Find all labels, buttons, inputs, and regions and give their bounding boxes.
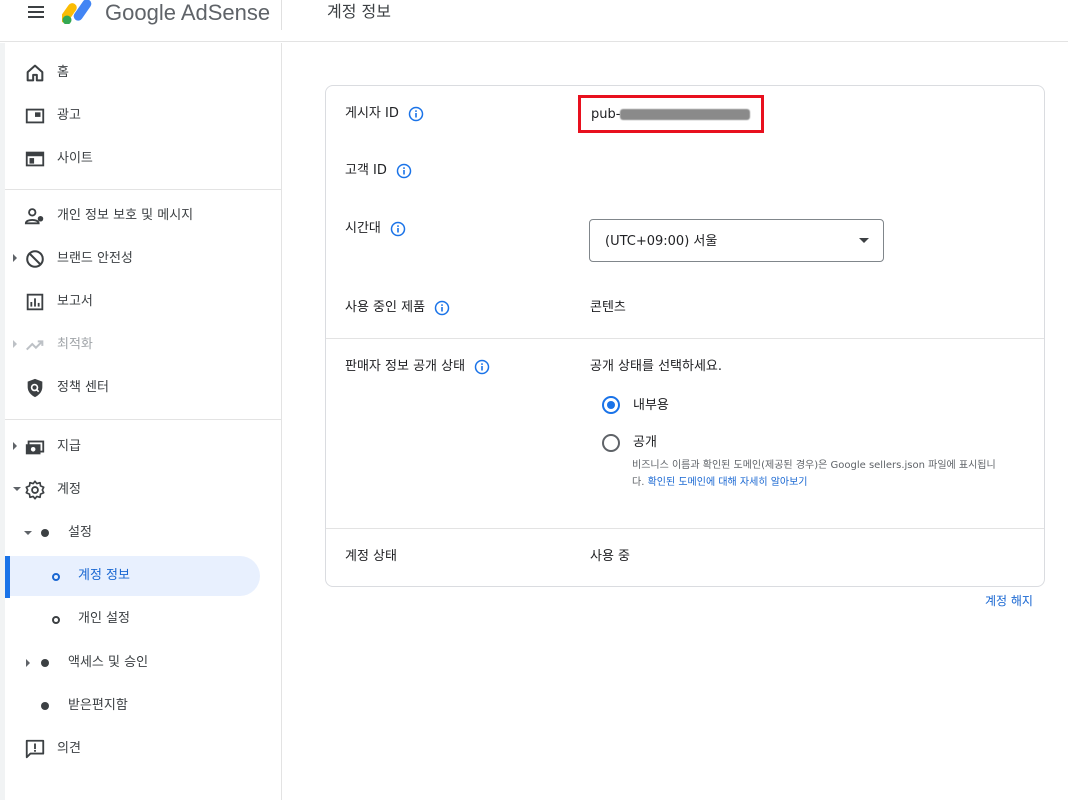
radio-public-label[interactable]: 공개: [633, 434, 657, 452]
trending-icon: [26, 340, 44, 351]
products-value: 콘텐츠: [590, 300, 626, 315]
publisher-id-highlight-box: pub-: [578, 95, 764, 133]
timezone-selected-value: (UTC+09:00) 서울: [605, 234, 718, 249]
page-title: 계정 정보: [327, 2, 391, 21]
home-icon: [26, 64, 44, 82]
payments-icon: [25, 440, 45, 455]
timezone-label: 시간대: [345, 220, 406, 238]
radio-public[interactable]: [602, 434, 620, 452]
info-icon[interactable]: [474, 359, 490, 375]
sidebar-item-label: 정책 센터: [57, 380, 109, 395]
privacy-icon: [24, 208, 44, 225]
bullet-icon: [41, 659, 49, 667]
sidebar-item-label: 액세스 및 승인: [68, 655, 149, 670]
seller-info-label: 판매자 정보 공개 상태: [345, 358, 490, 376]
sidebar-item-inbox[interactable]: 받은편지함: [5, 686, 281, 726]
publisher-id-value: pub-: [591, 107, 621, 122]
hamburger-menu-icon[interactable]: [24, 2, 48, 22]
account-status-label: 계정 상태: [345, 549, 397, 564]
bullet-icon: [41, 702, 49, 710]
gear-icon: [25, 480, 45, 500]
sidebar-divider: [5, 189, 281, 190]
bullet-icon: [41, 529, 49, 537]
publisher-id-label-text: 게시자 ID: [345, 106, 399, 121]
info-icon[interactable]: [396, 163, 412, 179]
info-icon[interactable]: [390, 221, 406, 237]
sidebar-item-home[interactable]: 홈: [5, 53, 281, 93]
sidebar-item-reports[interactable]: 보고서: [5, 282, 281, 322]
sidebar-item-label: 지급: [57, 439, 81, 454]
adsense-logo-icon: [62, 0, 92, 24]
product-name: Google AdSense: [105, 0, 271, 25]
expand-arrow-icon[interactable]: [13, 340, 17, 348]
sidebar-item-payments[interactable]: 지급: [5, 427, 281, 467]
sidebar-item-label: 브랜드 안전성: [57, 251, 133, 266]
reports-icon: [26, 293, 44, 311]
ring-bullet-icon: [52, 616, 60, 624]
collapse-arrow-icon[interactable]: [13, 487, 21, 491]
customer-id-label-text: 고객 ID: [345, 163, 387, 178]
account-info-card: 게시자 ID pub- 고객 ID 시간대 (UTC+09:00) 서울 사용 …: [325, 85, 1045, 587]
sites-icon: [25, 151, 45, 167]
sidebar-item-label: 광고: [57, 108, 81, 123]
sidebar-item-label: 홈: [57, 65, 69, 80]
sidebar-item-label: 의견: [57, 741, 81, 756]
sidebar-item-label: 계정 정보: [78, 568, 130, 583]
ads-icon: [25, 108, 45, 124]
radio-internal-label[interactable]: 내부용: [633, 397, 669, 415]
sidebar-item-label: 최적화: [57, 337, 93, 352]
active-indicator: [5, 556, 10, 598]
sellers-json-helper: 비즈니스 이름과 확인된 도메인(제공된 경우)은 Google sellers…: [632, 457, 1002, 491]
seller-info-label-text: 판매자 정보 공개 상태: [345, 359, 466, 374]
sidebar-item-account[interactable]: 계정: [5, 470, 281, 510]
sidebar-item-label: 개인 설정: [78, 611, 130, 626]
ring-bullet-icon: [52, 573, 60, 581]
expand-arrow-icon[interactable]: [26, 659, 30, 667]
sidebar-item-label: 사이트: [57, 151, 93, 166]
header-divider: [281, 0, 282, 30]
sidebar-item-label: 계정: [57, 482, 81, 497]
sidebar-divider: [5, 419, 281, 420]
sidebar-item-label: 개인 정보 보호 및 메시지: [57, 208, 194, 223]
account-status-value: 사용 중: [590, 549, 631, 564]
sidebar-item-ads[interactable]: 광고: [5, 96, 281, 136]
verified-domain-learn-more-link[interactable]: 확인된 도메인에 대해 자세히 알아보기: [648, 477, 808, 488]
dropdown-caret-icon: [859, 238, 869, 243]
collapse-arrow-icon[interactable]: [24, 531, 32, 535]
sidebar-item-account-info[interactable]: 계정 정보: [5, 556, 260, 596]
sidebar-item-personal-settings[interactable]: 개인 설정: [5, 599, 281, 639]
sidebar-item-feedback[interactable]: 의견: [5, 729, 281, 769]
card-divider: [326, 528, 1044, 529]
sidebar-item-policy-center[interactable]: 정책 센터: [5, 368, 281, 408]
expand-arrow-icon[interactable]: [13, 254, 17, 262]
customer-id-label: 고객 ID: [345, 162, 412, 180]
redacted-publisher-id: [620, 109, 750, 120]
sidebar-item-label: 설정: [68, 525, 92, 540]
sidebar-item-optimization[interactable]: 최적화: [5, 325, 281, 365]
radio-internal[interactable]: [602, 396, 620, 414]
info-icon[interactable]: [408, 106, 424, 122]
publisher-id-label: 게시자 ID: [345, 105, 424, 123]
timezone-label-text: 시간대: [345, 221, 381, 236]
sidebar-item-privacy-messaging[interactable]: 개인 정보 보호 및 메시지: [5, 196, 281, 236]
sidebar-item-settings[interactable]: 설정: [5, 513, 281, 553]
sidebar-item-brand-safety[interactable]: 브랜드 안전성: [5, 239, 281, 279]
top-app-bar: Google AdSense 계정 정보: [0, 0, 1068, 42]
products-label: 사용 중인 제품: [345, 299, 450, 317]
policy-shield-icon: [27, 378, 43, 398]
info-icon[interactable]: [434, 300, 450, 316]
sidebar-item-access-authorization[interactable]: 액세스 및 승인: [5, 643, 281, 683]
close-account-link[interactable]: 계정 해지: [985, 593, 1033, 609]
card-divider: [326, 338, 1044, 339]
sidebar-item-label: 보고서: [57, 294, 93, 309]
block-icon: [26, 250, 44, 268]
sidebar-item-label: 받은편지함: [68, 698, 128, 713]
expand-arrow-icon[interactable]: [13, 442, 17, 450]
timezone-select[interactable]: (UTC+09:00) 서울: [589, 219, 884, 262]
products-label-text: 사용 중인 제품: [345, 300, 426, 315]
sidebar-item-sites[interactable]: 사이트: [5, 139, 281, 179]
seller-info-prompt: 공개 상태를 선택하세요.: [590, 359, 722, 374]
feedback-icon: [25, 739, 45, 759]
